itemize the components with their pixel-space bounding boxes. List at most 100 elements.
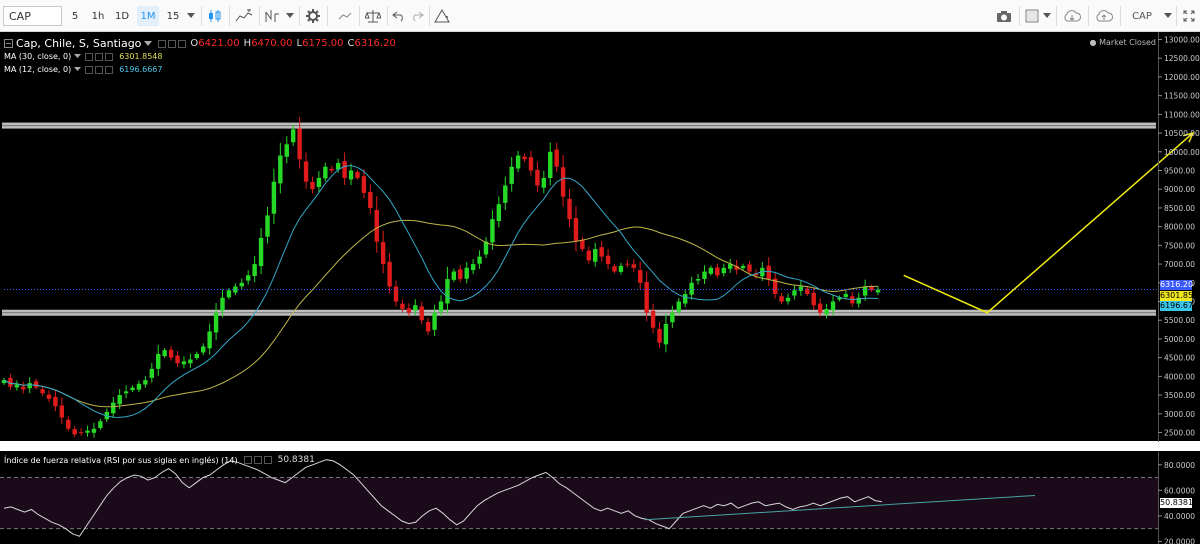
symbol-search-input[interactable]: CAP — [3, 6, 62, 26]
rsi-pane — [0, 452, 1158, 544]
ma12-value: 6196.6667 — [119, 65, 163, 74]
interval-1d[interactable]: 1D — [112, 6, 132, 26]
price-tick-label: 5000.00 — [1164, 335, 1195, 344]
chart-preview-icon — [338, 12, 352, 20]
visibility-icon[interactable] — [85, 65, 94, 74]
visibility-icon[interactable] — [158, 39, 167, 48]
ma12-legend: MA (12, close, 0) 6196.6667 — [4, 65, 162, 74]
indicators-dropdown[interactable] — [284, 6, 296, 26]
ohlc-open-label: O — [190, 38, 199, 49]
price-tick-label: 2500.00 — [1164, 429, 1195, 438]
candle-up — [862, 286, 868, 296]
candle-down — [21, 386, 26, 390]
candle-up — [290, 129, 296, 143]
rsi-tick-label: 40.0000 — [1164, 512, 1195, 521]
ma12-label: MA (12, close, 0) — [4, 65, 72, 74]
save-layout-button[interactable] — [1092, 6, 1116, 26]
rsi-tick-label: 80.0000 — [1164, 461, 1195, 470]
redo-icon — [413, 11, 424, 22]
compare-scale-button[interactable] — [362, 6, 384, 26]
candle-down — [605, 255, 611, 265]
compare-symbol-field[interactable]: CAP — [1124, 6, 1160, 26]
candle-down — [361, 176, 367, 193]
load-layout-button[interactable] — [1060, 6, 1084, 26]
candle-up — [708, 267, 714, 274]
compare-button[interactable] — [232, 6, 256, 26]
candle-up — [162, 350, 167, 357]
interval-1m[interactable]: 1M — [137, 6, 159, 26]
interval-5[interactable]: 5 — [66, 6, 84, 26]
close-icon[interactable] — [178, 39, 187, 48]
candle-down — [638, 270, 643, 283]
snapshot-menu[interactable] — [334, 6, 356, 26]
settings-icon[interactable] — [168, 39, 177, 48]
undo-button[interactable] — [390, 6, 408, 26]
chart-style-button[interactable] — [204, 6, 226, 26]
candle-up — [798, 286, 804, 291]
candle-up — [149, 368, 155, 378]
candle-up — [541, 177, 547, 188]
price-tick-label: 12500.00 — [1164, 54, 1200, 63]
compare-dropdown[interactable] — [1162, 6, 1174, 26]
price-pane — [0, 32, 1200, 451]
last-price-badge: 6316.20 — [1160, 280, 1194, 290]
chart-canvas[interactable]: 2500.00 3000.00 3500.00 4000.00 4500.00 5000.… — [0, 32, 1200, 544]
snapshot-button[interactable] — [993, 6, 1015, 26]
candle-up — [445, 279, 450, 304]
visibility-icon[interactable] — [85, 52, 94, 61]
interval-dropdown[interactable] — [185, 6, 197, 26]
fullscreen-icon — [1183, 10, 1195, 22]
fullscreen-button[interactable] — [1180, 6, 1198, 26]
chevron-down-icon[interactable] — [144, 40, 153, 47]
candle-up — [413, 305, 418, 311]
close-icon[interactable] — [105, 65, 114, 74]
candle-down — [747, 264, 752, 272]
candle-down — [657, 328, 662, 343]
candle-down — [175, 355, 180, 364]
candle-up — [284, 144, 289, 157]
visibility-icon[interactable] — [243, 456, 252, 464]
chevron-down-icon[interactable] — [74, 67, 82, 72]
pane-separator[interactable] — [0, 441, 1200, 451]
interval-1h[interactable]: 1h — [88, 6, 108, 26]
candle-down — [644, 282, 649, 313]
settings-icon[interactable] — [253, 456, 262, 464]
collapse-icon[interactable] — [4, 39, 13, 48]
candle-down — [817, 303, 823, 313]
settings-icon[interactable] — [95, 65, 104, 74]
settings-icon[interactable] — [95, 52, 104, 61]
settings-button[interactable] — [303, 6, 323, 26]
close-icon[interactable] — [105, 52, 114, 61]
layout-dropdown[interactable] — [1041, 6, 1053, 26]
candle-up — [130, 387, 135, 391]
candle-down — [567, 198, 572, 220]
price-tick-label: 10000.00 — [1164, 148, 1200, 157]
price-tick-label: 4000.00 — [1164, 372, 1195, 381]
candle-up — [503, 185, 508, 203]
candle-up — [663, 323, 669, 345]
candle-up — [515, 155, 521, 169]
price-tick-label: 3500.00 — [1164, 391, 1195, 400]
chevron-down-icon — [286, 13, 294, 18]
candle-down — [400, 303, 405, 309]
close-icon[interactable] — [263, 456, 272, 464]
candle-down — [573, 218, 579, 242]
indicators-button[interactable] — [262, 6, 282, 26]
top-toolbar: CAP 5 1h 1D 1M 15 CAP — [0, 0, 1200, 32]
chevron-down-icon[interactable] — [74, 54, 82, 59]
alert-button[interactable] — [432, 6, 452, 26]
candle-up — [123, 391, 129, 394]
redo-button[interactable] — [408, 6, 426, 26]
candle-down — [458, 269, 463, 280]
candle-down — [779, 296, 784, 302]
candle-up — [258, 237, 264, 267]
price-tick-label: 11500.00 — [1164, 92, 1200, 101]
ohlc-high-label: H — [243, 38, 252, 49]
candle-down — [66, 419, 71, 429]
interval-15[interactable]: 15 — [163, 6, 183, 26]
candle-down — [554, 149, 559, 167]
layout-button[interactable] — [1023, 6, 1041, 26]
ma30-value: 6301.8548 — [119, 52, 163, 61]
candle-down — [715, 267, 720, 276]
candle-down — [329, 168, 334, 171]
